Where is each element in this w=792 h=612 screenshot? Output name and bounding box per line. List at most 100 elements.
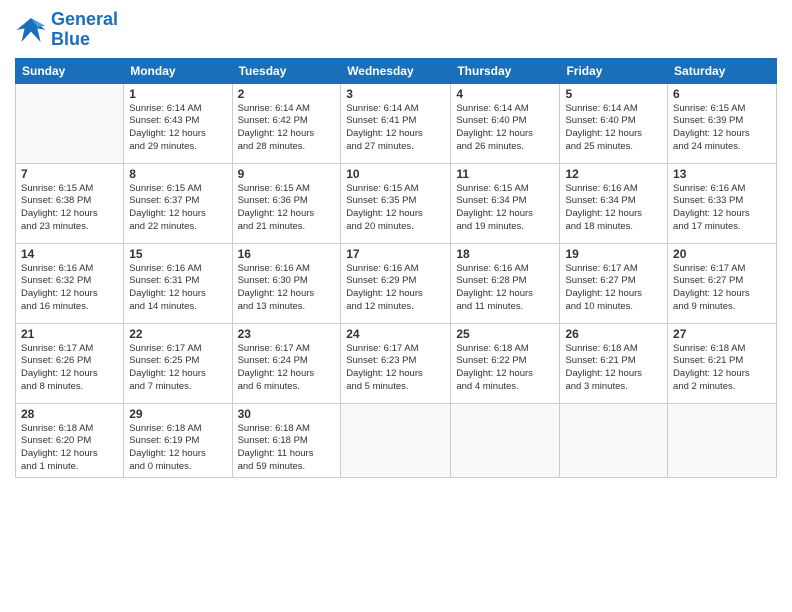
calendar-cell: 15 Sunrise: 6:16 AM Sunset: 6:31 PM Dayli…: [124, 243, 232, 323]
logo-icon: [15, 14, 47, 46]
calendar-cell: 26 Sunrise: 6:18 AM Sunset: 6:21 PM Dayli…: [560, 323, 668, 403]
weekday-header-monday: Monday: [124, 58, 232, 83]
calendar-cell: 20Sunrise: 6:17 AM Sunset: 6:27 PM Dayli…: [668, 243, 777, 323]
calendar-cell: 7 Sunrise: 6:15 AM Sunset: 6:38 PM Daylig…: [16, 163, 124, 243]
day-info: Sunrise: 6:14 AM Sunset: 6:40 PM Dayligh…: [456, 103, 554, 154]
day-number: 27: [673, 327, 771, 341]
calendar-cell: 11 Sunrise: 6:15 AM Sunset: 6:34 PM Dayli…: [451, 163, 560, 243]
calendar-cell: 22 Sunrise: 6:17 AM Sunset: 6:25 PM Dayli…: [124, 323, 232, 403]
day-number: 17: [346, 247, 445, 261]
day-info: Sunrise: 6:16 AM Sunset: 6:32 PM Dayligh…: [21, 263, 118, 314]
day-number: 21: [21, 327, 118, 341]
day-number: 19: [565, 247, 662, 261]
day-number: 4: [456, 87, 554, 101]
day-info: Sunrise: 6:17 AM Sunset: 6:24 PM Dayligh…: [238, 343, 336, 394]
day-number: 13: [673, 167, 771, 181]
calendar-cell: 28 Sunrise: 6:18 AM Sunset: 6:20 PM Dayli…: [16, 403, 124, 477]
calendar-cell: 10Sunrise: 6:15 AM Sunset: 6:35 PM Dayli…: [341, 163, 451, 243]
calendar-cell: 29 Sunrise: 6:18 AM Sunset: 6:19 PM Dayli…: [124, 403, 232, 477]
day-info: Sunrise: 6:17 AM Sunset: 6:23 PM Dayligh…: [346, 343, 445, 394]
day-info: Sunrise: 6:15 AM Sunset: 6:38 PM Dayligh…: [21, 183, 118, 234]
day-number: 10: [346, 167, 445, 181]
day-number: 11: [456, 167, 554, 181]
calendar-cell: 23 Sunrise: 6:17 AM Sunset: 6:24 PM Dayli…: [232, 323, 341, 403]
day-info: Sunrise: 6:16 AM Sunset: 6:34 PM Dayligh…: [565, 183, 662, 234]
calendar-cell: 24 Sunrise: 6:17 AM Sunset: 6:23 PM Dayli…: [341, 323, 451, 403]
day-number: 30: [238, 407, 336, 421]
day-number: 15: [129, 247, 226, 261]
day-info: Sunrise: 6:18 AM Sunset: 6:18 PM Dayligh…: [238, 423, 336, 474]
day-info: Sunrise: 6:14 AM Sunset: 6:42 PM Dayligh…: [238, 103, 336, 154]
day-number: 9: [238, 167, 336, 181]
day-info: Sunrise: 6:16 AM Sunset: 6:29 PM Dayligh…: [346, 263, 445, 314]
page: General Blue SundayMondayTuesdayWednesda…: [0, 0, 792, 612]
day-info: Sunrise: 6:15 AM Sunset: 6:36 PM Dayligh…: [238, 183, 336, 234]
day-number: 23: [238, 327, 336, 341]
day-number: 2: [238, 87, 336, 101]
calendar-cell: 19 Sunrise: 6:17 AM Sunset: 6:27 PM Dayli…: [560, 243, 668, 323]
day-info: Sunrise: 6:18 AM Sunset: 6:21 PM Dayligh…: [565, 343, 662, 394]
week-row-5: 28 Sunrise: 6:18 AM Sunset: 6:20 PM Dayli…: [16, 403, 777, 477]
day-number: 26: [565, 327, 662, 341]
day-info: Sunrise: 6:18 AM Sunset: 6:20 PM Dayligh…: [21, 423, 118, 474]
day-info: Sunrise: 6:18 AM Sunset: 6:19 PM Dayligh…: [129, 423, 226, 474]
day-info: Sunrise: 6:16 AM Sunset: 6:28 PM Dayligh…: [456, 263, 554, 314]
day-number: 3: [346, 87, 445, 101]
week-row-4: 21 Sunrise: 6:17 AM Sunset: 6:26 PM Dayli…: [16, 323, 777, 403]
weekday-header-thursday: Thursday: [451, 58, 560, 83]
day-number: 8: [129, 167, 226, 181]
day-number: 16: [238, 247, 336, 261]
day-info: Sunrise: 6:14 AM Sunset: 6:41 PM Dayligh…: [346, 103, 445, 154]
day-info: Sunrise: 6:16 AM Sunset: 6:33 PM Dayligh…: [673, 183, 771, 234]
day-number: 29: [129, 407, 226, 421]
day-number: 7: [21, 167, 118, 181]
day-info: Sunrise: 6:16 AM Sunset: 6:30 PM Dayligh…: [238, 263, 336, 314]
calendar: SundayMondayTuesdayWednesdayThursdayFrid…: [15, 58, 777, 478]
day-info: Sunrise: 6:15 AM Sunset: 6:37 PM Dayligh…: [129, 183, 226, 234]
weekday-header-tuesday: Tuesday: [232, 58, 341, 83]
calendar-cell: 17 Sunrise: 6:16 AM Sunset: 6:29 PM Dayli…: [341, 243, 451, 323]
calendar-cell: 21 Sunrise: 6:17 AM Sunset: 6:26 PM Dayli…: [16, 323, 124, 403]
day-info: Sunrise: 6:18 AM Sunset: 6:22 PM Dayligh…: [456, 343, 554, 394]
day-info: Sunrise: 6:18 AM Sunset: 6:21 PM Dayligh…: [673, 343, 771, 394]
weekday-header-sunday: Sunday: [16, 58, 124, 83]
weekday-header-saturday: Saturday: [668, 58, 777, 83]
day-number: 24: [346, 327, 445, 341]
logo: General Blue: [15, 10, 118, 50]
day-info: Sunrise: 6:17 AM Sunset: 6:25 PM Dayligh…: [129, 343, 226, 394]
day-number: 28: [21, 407, 118, 421]
calendar-cell: 18Sunrise: 6:16 AM Sunset: 6:28 PM Dayli…: [451, 243, 560, 323]
week-row-2: 7 Sunrise: 6:15 AM Sunset: 6:38 PM Daylig…: [16, 163, 777, 243]
calendar-cell: 14 Sunrise: 6:16 AM Sunset: 6:32 PM Dayli…: [16, 243, 124, 323]
day-number: 1: [129, 87, 226, 101]
day-info: Sunrise: 6:17 AM Sunset: 6:27 PM Dayligh…: [565, 263, 662, 314]
calendar-cell: 13 Sunrise: 6:16 AM Sunset: 6:33 PM Dayli…: [668, 163, 777, 243]
calendar-cell: [16, 83, 124, 163]
calendar-cell: 9 Sunrise: 6:15 AM Sunset: 6:36 PM Daylig…: [232, 163, 341, 243]
weekday-header-wednesday: Wednesday: [341, 58, 451, 83]
day-number: 22: [129, 327, 226, 341]
day-info: Sunrise: 6:15 AM Sunset: 6:34 PM Dayligh…: [456, 183, 554, 234]
calendar-cell: [341, 403, 451, 477]
day-info: Sunrise: 6:16 AM Sunset: 6:31 PM Dayligh…: [129, 263, 226, 314]
calendar-cell: 1Sunrise: 6:14 AM Sunset: 6:43 PM Daylig…: [124, 83, 232, 163]
calendar-cell: 30 Sunrise: 6:18 AM Sunset: 6:18 PM Dayli…: [232, 403, 341, 477]
day-number: 14: [21, 247, 118, 261]
calendar-cell: 2 Sunrise: 6:14 AM Sunset: 6:42 PM Daylig…: [232, 83, 341, 163]
day-info: Sunrise: 6:17 AM Sunset: 6:27 PM Dayligh…: [673, 263, 771, 314]
calendar-cell: 8 Sunrise: 6:15 AM Sunset: 6:37 PM Daylig…: [124, 163, 232, 243]
calendar-cell: 5Sunrise: 6:14 AM Sunset: 6:40 PM Daylig…: [560, 83, 668, 163]
calendar-cell: 27 Sunrise: 6:18 AM Sunset: 6:21 PM Dayli…: [668, 323, 777, 403]
calendar-cell: 4 Sunrise: 6:14 AM Sunset: 6:40 PM Daylig…: [451, 83, 560, 163]
day-info: Sunrise: 6:15 AM Sunset: 6:39 PM Dayligh…: [673, 103, 771, 154]
calendar-cell: 3 Sunrise: 6:14 AM Sunset: 6:41 PM Daylig…: [341, 83, 451, 163]
calendar-cell: 25 Sunrise: 6:18 AM Sunset: 6:22 PM Dayli…: [451, 323, 560, 403]
week-row-1: 1Sunrise: 6:14 AM Sunset: 6:43 PM Daylig…: [16, 83, 777, 163]
calendar-cell: 12 Sunrise: 6:16 AM Sunset: 6:34 PM Dayli…: [560, 163, 668, 243]
day-number: 25: [456, 327, 554, 341]
week-row-3: 14 Sunrise: 6:16 AM Sunset: 6:32 PM Dayli…: [16, 243, 777, 323]
day-info: Sunrise: 6:17 AM Sunset: 6:26 PM Dayligh…: [21, 343, 118, 394]
day-number: 12: [565, 167, 662, 181]
calendar-cell: [668, 403, 777, 477]
calendar-cell: 16 Sunrise: 6:16 AM Sunset: 6:30 PM Dayli…: [232, 243, 341, 323]
